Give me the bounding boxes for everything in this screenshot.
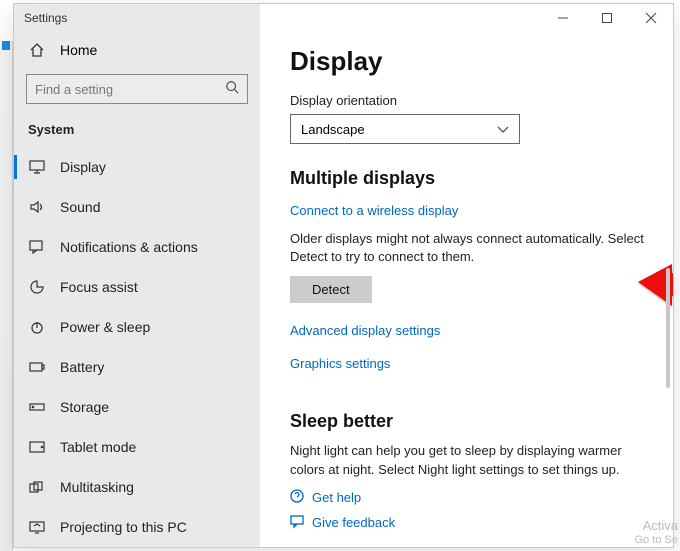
sidebar-item-storage[interactable]: Storage	[14, 387, 260, 427]
sound-icon	[28, 200, 46, 214]
orientation-label: Display orientation	[290, 93, 649, 108]
activation-watermark: Activa Go to Se	[635, 518, 678, 547]
sidebar-item-display[interactable]: Display	[14, 147, 260, 187]
sidebar-item-focus-assist[interactable]: Focus assist	[14, 267, 260, 307]
maximize-button[interactable]	[585, 4, 629, 32]
settings-window: Settings Home Find a setting System Disp…	[13, 3, 674, 548]
orientation-select[interactable]: Landscape	[290, 114, 520, 144]
scrollbar-thumb[interactable]	[666, 268, 670, 388]
power-icon	[28, 320, 46, 334]
sidebar-item-notifications[interactable]: Notifications & actions	[14, 227, 260, 267]
sidebar-nav: Display Sound Notifications & actions Fo…	[14, 147, 260, 547]
get-help-link[interactable]: Get help	[290, 489, 649, 506]
graphics-settings-link[interactable]: Graphics settings	[290, 356, 390, 371]
sidebar-item-projecting[interactable]: Projecting to this PC	[14, 507, 260, 547]
sidebar-item-power-sleep[interactable]: Power & sleep	[14, 307, 260, 347]
help-icon	[290, 489, 304, 506]
give-feedback-link[interactable]: Give feedback	[290, 514, 649, 531]
sidebar-item-label: Multitasking	[60, 479, 134, 495]
display-icon	[28, 160, 46, 174]
content-pane: Display Display orientation Landscape Mu…	[260, 4, 673, 547]
sleep-description: Night light can help you get to sleep by…	[290, 442, 649, 478]
sleep-better-heading: Sleep better	[290, 411, 649, 432]
sidebar-item-label: Focus assist	[60, 279, 138, 295]
sidebar-item-label: Storage	[60, 399, 109, 415]
battery-icon	[28, 361, 46, 373]
multiple-displays-heading: Multiple displays	[290, 168, 649, 189]
search-input[interactable]: Find a setting	[26, 74, 248, 104]
sidebar-item-battery[interactable]: Battery	[14, 347, 260, 387]
window-title: Settings	[24, 11, 260, 25]
orientation-value: Landscape	[301, 122, 365, 137]
chevron-down-icon	[497, 122, 509, 137]
page-title: Display	[290, 46, 649, 77]
detect-description: Older displays might not always connect …	[290, 230, 649, 266]
search-placeholder: Find a setting	[35, 82, 225, 97]
feedback-icon	[290, 514, 304, 531]
home-button[interactable]: Home	[14, 32, 260, 68]
sidebar: Settings Home Find a setting System Disp…	[14, 4, 260, 547]
projecting-icon	[28, 521, 46, 533]
titlebar: Settings	[14, 4, 260, 32]
get-help-label: Get help	[312, 490, 361, 505]
category-heading: System	[14, 116, 260, 147]
sidebar-item-label: Tablet mode	[60, 439, 136, 455]
sidebar-item-multitasking[interactable]: Multitasking	[14, 467, 260, 507]
detect-button[interactable]: Detect	[290, 276, 372, 303]
sidebar-item-tablet-mode[interactable]: Tablet mode	[14, 427, 260, 467]
sidebar-item-sound[interactable]: Sound	[14, 187, 260, 227]
home-icon	[28, 42, 46, 58]
tablet-icon	[28, 441, 46, 453]
advanced-display-link[interactable]: Advanced display settings	[290, 323, 440, 338]
give-feedback-label: Give feedback	[312, 515, 395, 530]
sidebar-item-label: Notifications & actions	[60, 239, 198, 255]
sidebar-item-label: Power & sleep	[60, 319, 150, 335]
close-button[interactable]	[629, 4, 673, 32]
home-label: Home	[60, 42, 97, 58]
notifications-icon	[28, 240, 46, 254]
sidebar-item-label: Sound	[60, 199, 100, 215]
focus-assist-icon	[28, 280, 46, 294]
sidebar-item-label: Battery	[60, 359, 104, 375]
search-icon	[225, 80, 239, 99]
multitasking-icon	[28, 481, 46, 493]
minimize-button[interactable]	[541, 4, 585, 32]
sidebar-item-label: Display	[60, 159, 106, 175]
storage-icon	[28, 401, 46, 413]
wireless-display-link[interactable]: Connect to a wireless display	[290, 203, 458, 218]
sidebar-item-label: Projecting to this PC	[60, 519, 187, 535]
